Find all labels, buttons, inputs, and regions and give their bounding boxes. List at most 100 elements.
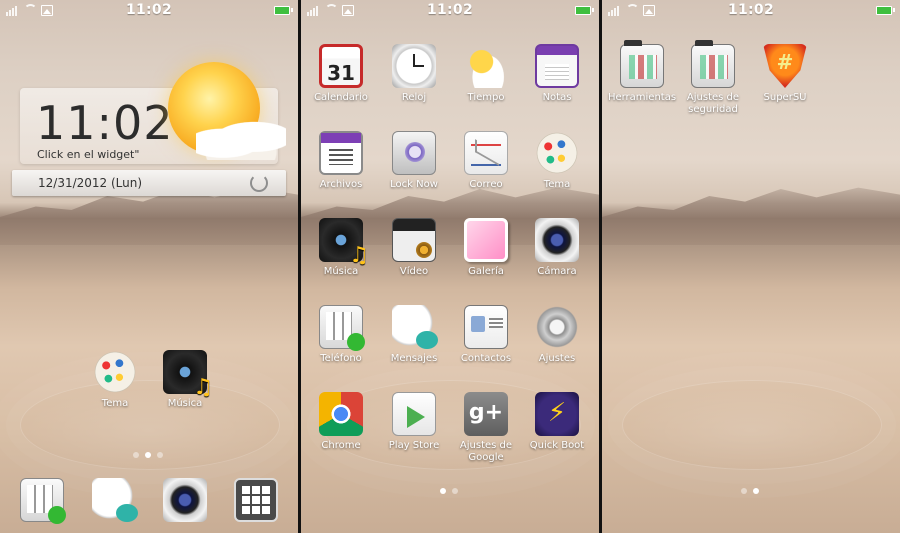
folder-icon xyxy=(620,40,664,88)
camera-icon xyxy=(535,218,579,262)
app-ajustes-de-google[interactable]: g+ Ajustes de Google xyxy=(446,392,526,464)
app-mensajes[interactable]: Mensajes xyxy=(374,305,454,365)
battery-icon xyxy=(876,6,895,15)
app-label: Tema xyxy=(543,179,571,190)
app-video[interactable]: Vídeo xyxy=(374,218,454,278)
app-label: Teléfono xyxy=(320,353,362,364)
app-telefono[interactable]: Teléfono xyxy=(301,305,381,365)
page-dot xyxy=(157,452,163,458)
supersu-icon: # xyxy=(763,44,807,88)
refresh-icon[interactable] xyxy=(250,174,268,192)
page-dot xyxy=(741,488,747,494)
app-calendario[interactable]: 31 Calendario xyxy=(301,44,381,104)
status-bar[interactable]: 11:02 xyxy=(0,0,298,22)
theme-icon xyxy=(535,131,579,175)
date-bar[interactable]: 12/31/2012 (Lun) xyxy=(12,170,286,196)
app-drawer-icon xyxy=(234,478,278,522)
app-reloj[interactable]: Reloj xyxy=(374,44,454,104)
app-label: Ajustes xyxy=(538,353,576,364)
app-label: Notas xyxy=(542,92,572,103)
google-settings-icon: g+ xyxy=(464,392,508,436)
app-label: SuperSU xyxy=(763,92,807,103)
quick-boot-icon: ⚡ xyxy=(535,392,579,436)
app-quick-boot[interactable]: ⚡ Quick Boot xyxy=(517,392,597,452)
theme-icon xyxy=(93,350,137,394)
app-label: Archivos xyxy=(319,179,363,190)
quick-boot-glyph: ⚡ xyxy=(547,398,567,428)
music-icon xyxy=(319,218,369,268)
app-label: Vídeo xyxy=(399,266,429,277)
dock-messages[interactable] xyxy=(74,478,154,522)
folder-icon xyxy=(691,40,735,88)
app-label: Tiempo xyxy=(467,92,505,103)
settings-icon xyxy=(535,305,579,349)
app-label: Reloj xyxy=(401,92,427,103)
status-bar[interactable]: 11:02 xyxy=(602,0,900,22)
app-label: Play Store xyxy=(388,440,440,451)
date-text: 12/31/2012 (Lun) xyxy=(38,176,143,190)
app-tema[interactable]: Tema xyxy=(517,131,597,191)
dialer-icon xyxy=(20,478,66,524)
weather-icon xyxy=(464,44,508,88)
page-dot xyxy=(133,452,139,458)
app-contactos[interactable]: Contactos xyxy=(446,305,526,365)
wallpaper-ripples xyxy=(622,380,882,470)
app-ajustes[interactable]: Ajustes xyxy=(517,305,597,365)
google-settings-glyph: g+ xyxy=(468,400,504,425)
app-camara[interactable]: Cámara xyxy=(517,218,597,278)
app-label: Música xyxy=(167,398,203,409)
status-bar[interactable]: 11:02 xyxy=(301,0,599,22)
home-screen: 11:02 11:02 Click en el widget" 12/31/20… xyxy=(0,0,298,533)
home-app-tema[interactable]: Tema xyxy=(75,350,155,410)
page-indicator xyxy=(741,488,759,494)
files-icon xyxy=(319,131,363,175)
app-label: Ajustes de Google xyxy=(459,440,513,463)
phone-icon xyxy=(319,305,365,351)
app-label: Música xyxy=(323,266,359,277)
app-notas[interactable]: Notas xyxy=(517,44,597,104)
battery-icon xyxy=(274,6,293,15)
status-time: 11:02 xyxy=(426,2,474,18)
app-label: Chrome xyxy=(321,440,361,451)
messages-icon xyxy=(92,478,138,522)
status-time: 11:02 xyxy=(125,2,173,18)
clock-hint: Click en el widget" xyxy=(37,148,140,161)
app-label: Herramientas xyxy=(607,92,677,103)
dock-app-drawer[interactable] xyxy=(216,478,296,522)
app-label: Calendario xyxy=(314,92,368,103)
mail-icon xyxy=(464,131,508,175)
app-archivos[interactable]: Archivos xyxy=(301,131,381,191)
app-tiempo[interactable]: Tiempo xyxy=(446,44,526,104)
app-musica[interactable]: Música xyxy=(301,218,381,278)
app-lock-now[interactable]: Lock Now xyxy=(374,131,454,191)
app-correo[interactable]: Correo xyxy=(446,131,526,191)
app-label: Lock Now xyxy=(390,179,438,190)
lock-icon xyxy=(392,131,436,175)
app-label: Ajustes de seguridad xyxy=(686,92,740,115)
messages-icon xyxy=(392,305,438,349)
app-chrome[interactable]: Chrome xyxy=(301,392,381,452)
supersu-glyph: # xyxy=(776,50,794,74)
page-dot-active xyxy=(145,452,151,458)
video-icon xyxy=(392,218,436,262)
app-drawer-page-2: 11:02 Herramientas Ajustes de seguridad … xyxy=(602,0,900,533)
app-label: Galería xyxy=(468,266,504,277)
page-indicator xyxy=(440,488,458,494)
app-play-store[interactable]: Play Store xyxy=(374,392,454,452)
app-label: Cámara xyxy=(537,266,577,277)
play-store-icon xyxy=(392,392,436,436)
page-dot-active xyxy=(440,488,446,494)
app-galeria[interactable]: Galería xyxy=(446,218,526,278)
app-supersu[interactable]: # SuperSU xyxy=(745,44,825,104)
calendar-icon: 31 xyxy=(319,44,363,88)
app-label: Quick Boot xyxy=(529,440,585,451)
folder-ajustes-de-seguridad[interactable]: Ajustes de seguridad xyxy=(673,40,753,116)
page-dot-active xyxy=(753,488,759,494)
app-label: Mensajes xyxy=(390,353,438,364)
dock-camera[interactable] xyxy=(145,478,225,522)
calendar-day: 31 xyxy=(327,61,355,85)
dock-dialer[interactable] xyxy=(2,478,82,524)
home-app-musica[interactable]: Música xyxy=(145,350,225,410)
app-drawer-page-1: 11:02 31 Calendario Reloj Tiempo Notas A… xyxy=(301,0,599,533)
folder-herramientas[interactable]: Herramientas xyxy=(602,40,682,104)
